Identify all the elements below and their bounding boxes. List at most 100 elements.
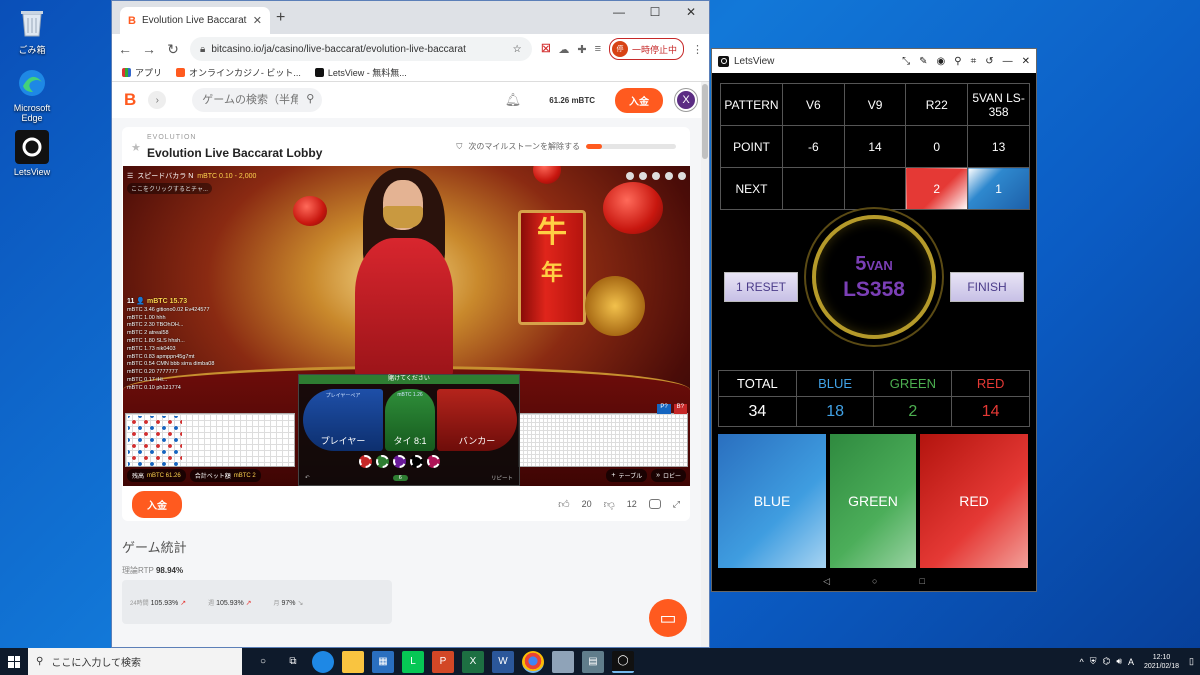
crop-icon[interactable]: ⌗ xyxy=(971,56,977,67)
bookmark-letsview[interactable]: LetsView - 無料無... xyxy=(314,66,407,79)
profile-paused-button[interactable]: 停 一時停止中 xyxy=(608,38,684,60)
blue-button[interactable]: BLUE xyxy=(718,434,826,568)
card-deposit-button[interactable]: 入金 xyxy=(132,490,182,518)
media-icon[interactable]: ≡ xyxy=(595,43,601,55)
rotate-icon[interactable]: ↺ xyxy=(985,56,993,67)
pen-icon[interactable]: ✎ xyxy=(919,56,927,67)
forward-icon[interactable]: → xyxy=(142,41,156,57)
excel-icon[interactable]: X xyxy=(462,650,484,673)
line-icon[interactable]: L xyxy=(402,650,424,673)
chip[interactable] xyxy=(359,455,372,468)
reset-button[interactable]: 1 RESET xyxy=(724,272,798,302)
task-view-icon[interactable]: ⧉ xyxy=(282,651,304,673)
chip[interactable] xyxy=(393,455,406,468)
help-icon[interactable] xyxy=(678,172,686,180)
site-logo[interactable]: B xyxy=(124,90,136,110)
desktop-icon-letsview[interactable]: LetsView xyxy=(6,130,58,177)
letsview-taskbar-icon[interactable]: ◯ xyxy=(612,650,634,673)
table-button[interactable]: + テーブル xyxy=(606,469,648,482)
maximize-button[interactable]: ☐ xyxy=(637,1,673,23)
thumbs-up-icon[interactable]: 👍︎ xyxy=(558,498,570,511)
powerpoint-icon[interactable]: P xyxy=(432,650,454,673)
thumbs-down-icon[interactable]: 👎︎ xyxy=(604,498,615,511)
chrome-taskbar-icon[interactable] xyxy=(522,650,544,673)
drum-character: 牛 xyxy=(537,215,567,250)
close-window-button[interactable]: ✕ xyxy=(673,1,709,23)
game-search-input[interactable] xyxy=(192,88,323,112)
settings-icon[interactable] xyxy=(665,172,673,180)
desktop-icon-recycle-bin[interactable]: ごみ箱 xyxy=(6,6,58,56)
header-deposit-button[interactable]: 入金 xyxy=(615,87,663,113)
notification-bell-icon[interactable]: 🔔︎ xyxy=(505,92,522,108)
user-avatar[interactable]: X xyxy=(675,89,697,111)
android-home-icon[interactable]: ○ xyxy=(872,576,877,586)
undo-icon[interactable]: ↶ xyxy=(305,475,310,481)
pin-icon[interactable]: ⚲ xyxy=(954,56,961,67)
finish-button[interactable]: FINISH xyxy=(950,272,1024,302)
close-icon[interactable]: ✕ xyxy=(1022,56,1030,67)
chip[interactable] xyxy=(410,455,423,468)
show-hidden-icons-icon[interactable]: ^ xyxy=(1079,657,1083,667)
bet-tie-zone[interactable]: mBTC 1.26 タイ 8:1 xyxy=(385,389,435,451)
chat-hint[interactable]: ここをクリックするとチャ... xyxy=(127,183,212,194)
chip[interactable] xyxy=(427,455,440,468)
favorite-star-icon[interactable]: ★ xyxy=(131,141,141,154)
chip[interactable] xyxy=(376,455,389,468)
page-scrollbar[interactable] xyxy=(701,82,709,647)
chat-icon[interactable] xyxy=(626,172,634,180)
minimize-icon[interactable]: — xyxy=(1003,56,1013,67)
bet-player-zone[interactable]: プレイヤーペア プレイヤー xyxy=(303,389,383,451)
menu-icon[interactable]: ☰ xyxy=(127,172,133,180)
file-explorer-icon[interactable] xyxy=(342,650,364,673)
bookmark-apps[interactable]: アプリ xyxy=(122,66,162,79)
taskbar-search[interactable]: ⚲ ここに入力して検索 xyxy=(28,648,242,675)
bet-banker-zone[interactable]: バンカー xyxy=(437,389,517,451)
ime-icon[interactable]: A xyxy=(1128,657,1134,667)
green-button[interactable]: GREEN xyxy=(830,434,916,568)
start-button[interactable] xyxy=(0,648,28,675)
fullscreen-icon[interactable]: ⤢ xyxy=(673,499,680,510)
back-icon[interactable]: ← xyxy=(118,41,132,57)
red-value: 14 xyxy=(951,396,1030,427)
red-button[interactable]: RED xyxy=(920,434,1028,568)
bookmark-bitcasino[interactable]: オンラインカジノ- ビット... xyxy=(176,66,301,79)
word-icon[interactable]: W xyxy=(492,650,514,673)
lobby-button[interactable]: » ロビー xyxy=(651,469,686,482)
minimize-button[interactable]: — xyxy=(601,1,637,23)
desktop-icon-edge[interactable]: Microsoft Edge xyxy=(6,66,58,123)
menu-dots-icon[interactable]: ⋮ xyxy=(692,43,703,56)
pdf-extension-icon[interactable]: ⮽ xyxy=(542,43,551,56)
balance-display[interactable]: 61.26 mBTC xyxy=(549,96,595,105)
expand-icon[interactable]: ⤡ xyxy=(902,56,910,67)
cortana-icon[interactable]: ○ xyxy=(252,651,274,673)
store-icon[interactable]: ▦ xyxy=(372,650,394,673)
android-recents-icon[interactable]: □ xyxy=(919,576,924,586)
browser-tab[interactable]: B Evolution Live Baccarat Lobb ✕ xyxy=(120,7,270,34)
security-icon[interactable]: ⛨ xyxy=(1090,656,1097,667)
reload-icon[interactable]: ↻ xyxy=(166,41,180,58)
edge-taskbar-icon[interactable] xyxy=(312,650,334,673)
cloud-extension-icon[interactable]: ☁ xyxy=(558,43,569,56)
theater-mode-icon[interactable] xyxy=(648,499,661,509)
remote-desktop-icon[interactable] xyxy=(552,650,574,673)
live-video-stream[interactable]: 牛 年 ☰ スピードバカラ N mBTC 0.10 - 2,000 ここをクリッ… xyxy=(123,166,690,486)
repeat-button[interactable]: リピート xyxy=(491,474,513,482)
volume-icon[interactable]: 🔊︎ xyxy=(1116,656,1122,667)
puzzle-extensions-icon[interactable]: ✚ xyxy=(577,43,586,56)
support-chat-button[interactable]: ▭ xyxy=(649,599,687,637)
video-icon[interactable] xyxy=(639,172,647,180)
close-tab-icon[interactable]: ✕ xyxy=(253,14,262,27)
sound-icon[interactable] xyxy=(652,172,660,180)
record-icon[interactable]: ◉ xyxy=(937,56,946,67)
clock[interactable]: 12:10 2021/02/18 xyxy=(1144,653,1179,671)
network-icon[interactable]: ⌬ xyxy=(1102,656,1110,667)
android-back-icon[interactable]: ◁ xyxy=(823,576,830,587)
calculator-icon[interactable]: ▤ xyxy=(582,650,604,673)
address-bar[interactable]: 🔒︎ bitcasino.io/ja/casino/live-baccarat/… xyxy=(190,37,532,61)
bookmark-star-icon[interactable]: ☆ xyxy=(513,44,522,55)
letsview-logo-icon xyxy=(718,55,729,67)
new-tab-button[interactable]: + xyxy=(276,9,285,27)
bookmark-label: アプリ xyxy=(135,68,163,78)
collapse-sidebar-icon[interactable]: › xyxy=(148,91,167,109)
notifications-icon[interactable]: ▯ xyxy=(1189,656,1194,667)
